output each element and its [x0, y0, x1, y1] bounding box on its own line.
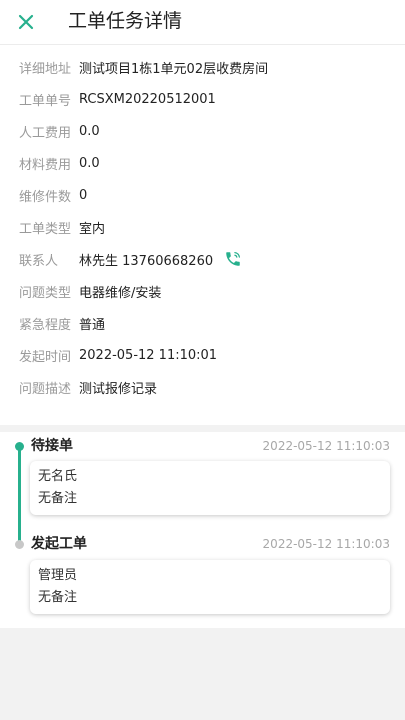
page-title: 工单任务详情 — [68, 10, 183, 32]
close-icon — [18, 14, 34, 30]
description-value: 测试报修记录 — [79, 381, 158, 397]
timeline-dot-inactive — [15, 540, 24, 549]
timeline-line — [18, 447, 21, 542]
timeline-item-card: 无名氏 无备注 — [30, 461, 390, 515]
detail-row-material-cost: 材料费用 0.0 — [19, 152, 100, 174]
repair-count-label: 维修件数 — [19, 189, 72, 205]
detail-row-order-type: 工单类型 室内 — [19, 216, 105, 238]
detail-row-contact: 联系人 林先生 13760668260 — [19, 248, 243, 270]
timeline-item-note: 无备注 — [38, 491, 78, 506]
timeline-item-title: 发起工单 — [31, 536, 87, 552]
detail-row-address: 详细地址 测试项目1栋1单元02层收费房间 — [19, 56, 268, 78]
detail-row-repair-count: 维修件数 0 — [19, 184, 87, 206]
work-order-details: 详细地址 测试项目1栋1单元02层收费房间 工单单号 RCSXM20220512… — [0, 44, 405, 425]
close-button[interactable] — [10, 6, 42, 38]
description-label: 问题描述 — [19, 381, 72, 397]
timeline-item-person: 管理员 — [38, 568, 78, 583]
detail-row-labor-cost: 人工费用 0.0 — [19, 120, 100, 142]
detail-row-urgency: 紧急程度 普通 — [19, 312, 105, 334]
order-timeline: 待接单 2022-05-12 11:10:03 无名氏 无备注 发起工单 202… — [0, 432, 405, 628]
detail-row-issue-type: 问题类型 电器维修/安装 — [19, 280, 161, 302]
order-type-value: 室内 — [79, 221, 106, 237]
start-time-value: 2022-05-12 11:10:01 — [79, 347, 218, 363]
timeline-item-time: 2022-05-12 11:10:03 — [262, 439, 390, 453]
material-cost-label: 材料费用 — [19, 157, 72, 173]
detail-row-start-time: 发起时间 2022-05-12 11:10:01 — [19, 344, 217, 366]
timeline-dot-active — [15, 442, 24, 451]
repair-count-value: 0 — [79, 187, 88, 203]
timeline-item-person: 无名氏 — [38, 469, 78, 484]
address-label: 详细地址 — [19, 61, 72, 77]
app-header: 工单任务详情 — [0, 0, 405, 44]
timeline-item-note: 无备注 — [38, 590, 78, 605]
timeline-item-card: 管理员 无备注 — [30, 560, 390, 614]
timeline-item-time: 2022-05-12 11:10:03 — [262, 537, 390, 551]
issue-type-value: 电器维修/安装 — [79, 285, 162, 301]
timeline-item-title: 待接单 — [31, 438, 73, 454]
address-value: 测试项目1栋1单元02层收费房间 — [79, 61, 269, 77]
order-no-value: RCSXM20220512001 — [79, 91, 216, 107]
start-time-label: 发起时间 — [19, 349, 72, 365]
order-no-label: 工单单号 — [19, 93, 72, 109]
labor-cost-label: 人工费用 — [19, 125, 72, 141]
issue-type-label: 问题类型 — [19, 285, 72, 301]
phone-icon[interactable] — [223, 249, 243, 269]
labor-cost-value: 0.0 — [79, 123, 100, 139]
contact-value: 林先生 13760668260 — [79, 253, 214, 269]
detail-row-description: 问题描述 测试报修记录 — [19, 376, 157, 398]
contact-label: 联系人 — [19, 253, 59, 269]
order-type-label: 工单类型 — [19, 221, 72, 237]
detail-row-order-no: 工单单号 RCSXM20220512001 — [19, 88, 216, 110]
urgency-label: 紧急程度 — [19, 317, 72, 333]
material-cost-value: 0.0 — [79, 155, 100, 171]
urgency-value: 普通 — [79, 317, 106, 333]
